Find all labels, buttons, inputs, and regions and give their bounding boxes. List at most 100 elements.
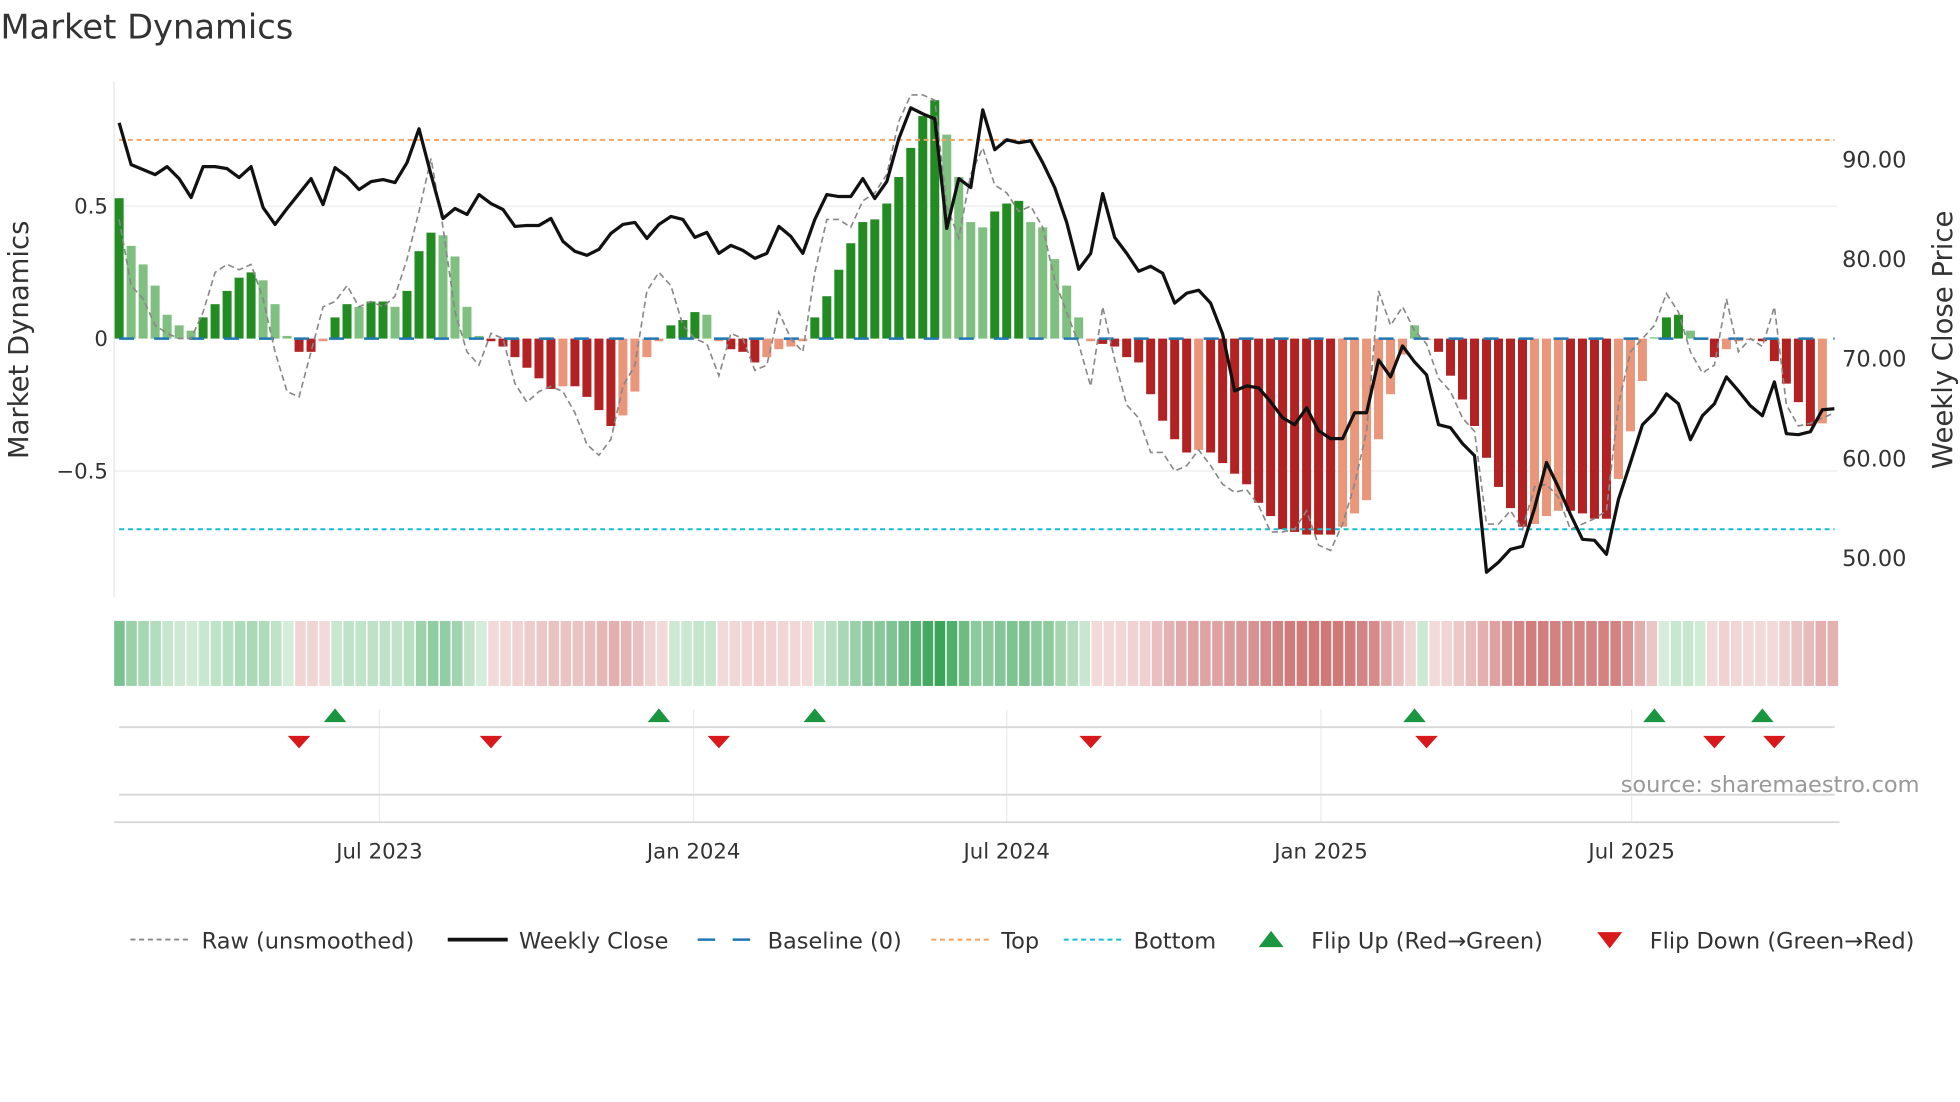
bar-positive xyxy=(114,198,124,339)
right-tick-label: 90.00 xyxy=(1842,147,1906,173)
regime-cell xyxy=(946,620,958,686)
legend-label: Raw (unsmoothed) xyxy=(202,928,415,954)
regime-cell xyxy=(1344,620,1356,686)
bar-negative xyxy=(546,338,556,389)
dynamics-bars xyxy=(114,100,1827,535)
right-tick-label: 50.00 xyxy=(1842,546,1906,572)
right-axis-title: Weekly Close Price xyxy=(1927,211,1959,469)
bar-negative xyxy=(1637,338,1647,381)
bar-positive xyxy=(174,325,184,339)
regime-cell xyxy=(1405,620,1416,686)
regime-cell xyxy=(355,620,367,686)
flip-down-marker xyxy=(287,735,311,749)
regime-cell xyxy=(1489,620,1501,686)
regime-cell xyxy=(669,620,680,686)
regime-cell xyxy=(596,620,608,686)
bar-positive xyxy=(942,134,952,339)
source-label: source: sharemaestro.com xyxy=(1621,772,1920,798)
bar-negative xyxy=(1266,338,1276,517)
bar-negative xyxy=(1254,338,1264,503)
regime-cell xyxy=(464,620,475,686)
bar-positive xyxy=(1410,325,1420,339)
bar-negative xyxy=(1625,338,1635,432)
regime-cell xyxy=(186,620,198,686)
bar-positive xyxy=(138,264,148,339)
legend: Raw (unsmoothed) Weekly Close Baseline (0)… xyxy=(130,928,1914,954)
regime-cell xyxy=(1562,620,1573,686)
bar-negative xyxy=(1458,338,1468,400)
regime-cell xyxy=(1779,620,1790,686)
regime-cell xyxy=(1163,620,1175,686)
bar-positive xyxy=(810,317,820,339)
regime-cell xyxy=(729,620,741,686)
bar-negative xyxy=(306,338,316,352)
bar-negative xyxy=(558,338,568,387)
regime-cell xyxy=(910,620,922,686)
regime-cell xyxy=(536,620,548,686)
regime-cell xyxy=(838,620,849,686)
bar-negative xyxy=(1086,338,1096,342)
bar-negative xyxy=(1482,338,1492,458)
regime-cell xyxy=(1356,620,1368,686)
regime-cell xyxy=(994,620,1006,686)
bar-positive xyxy=(222,290,232,339)
bar-negative xyxy=(1302,338,1312,535)
bar-positive xyxy=(858,222,868,339)
regime-cell xyxy=(1320,620,1332,686)
bar-positive xyxy=(978,227,988,339)
regime-cell xyxy=(524,620,535,686)
bar-positive xyxy=(402,290,412,339)
regime-cell xyxy=(295,620,306,686)
chart-title: Market Dynamics xyxy=(0,8,293,47)
regime-cell xyxy=(1791,620,1802,686)
regime-cell xyxy=(1224,620,1235,686)
bar-positive xyxy=(990,211,1000,339)
regime-cell xyxy=(1477,620,1489,686)
regime-cell xyxy=(741,620,753,686)
regime-cell xyxy=(1598,620,1609,686)
regime-cell xyxy=(1188,620,1199,686)
regime-cell xyxy=(1260,620,1271,686)
regime-cell xyxy=(210,620,222,686)
bar-negative xyxy=(1470,338,1480,427)
regime-cell xyxy=(1550,620,1561,686)
bar-positive xyxy=(426,232,436,339)
regime-cell xyxy=(850,620,861,686)
regime-cell xyxy=(958,620,970,686)
regime-cell xyxy=(379,620,391,686)
regime-cell xyxy=(982,620,994,686)
bar-negative xyxy=(1170,338,1180,440)
regime-cell xyxy=(246,620,258,686)
flip-down-marker xyxy=(1703,735,1726,749)
flip-down-marker xyxy=(1763,735,1786,749)
bar-positive xyxy=(834,269,844,339)
regime-cell xyxy=(1200,620,1211,686)
regime-cell xyxy=(1718,620,1730,686)
legend-label: Baseline (0) xyxy=(768,928,902,954)
bar-negative xyxy=(1601,338,1611,519)
bar-negative xyxy=(1314,338,1324,535)
bar-positive xyxy=(702,314,712,339)
legend-label: Flip Up (Red→Green) xyxy=(1311,928,1543,954)
left-axis-ticks: 0.5 0 −0.5 xyxy=(56,195,108,485)
bar-negative xyxy=(1194,338,1204,450)
regime-cell xyxy=(1151,620,1163,686)
legend-label: Bottom xyxy=(1134,928,1216,954)
regime-cell xyxy=(765,620,777,686)
regime-cell xyxy=(970,620,982,686)
bar-negative xyxy=(510,338,520,358)
regime-cell xyxy=(826,620,837,686)
bar-negative xyxy=(1769,338,1779,362)
regime-cell xyxy=(1007,620,1018,686)
regime-cell xyxy=(1682,620,1694,686)
regime-cell xyxy=(427,620,439,686)
regime-cell xyxy=(391,620,403,686)
series-lines xyxy=(117,94,1835,574)
regime-cell xyxy=(1308,620,1320,686)
regime-cell xyxy=(886,620,897,686)
regime-cell xyxy=(922,620,934,686)
regime-cell xyxy=(1755,620,1766,686)
regime-cell xyxy=(584,620,596,686)
regime-cell xyxy=(717,620,729,686)
regime-cell xyxy=(681,620,692,686)
